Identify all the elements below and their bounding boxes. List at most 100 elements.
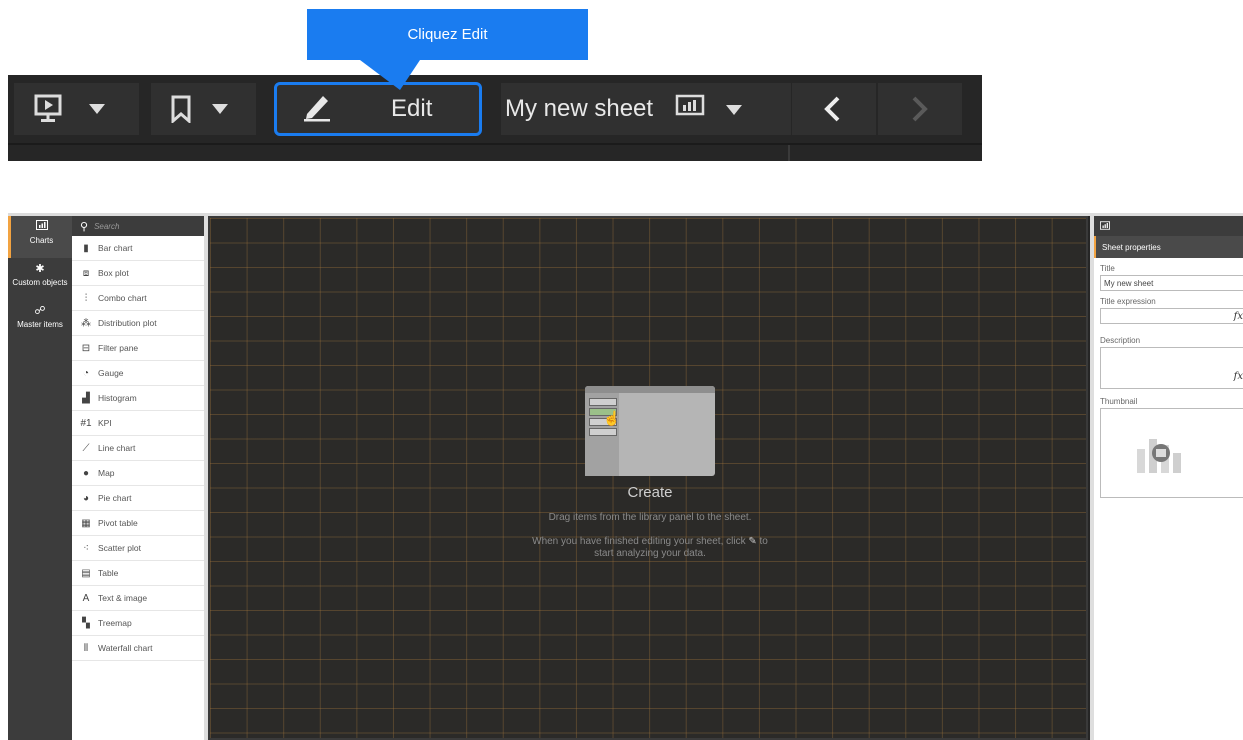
nav-charts[interactable]: Charts (8, 216, 72, 258)
dropdown-icon[interactable] (88, 103, 106, 115)
library-item[interactable]: ▤ Table (72, 561, 204, 586)
library-item[interactable]: ⁖ Scatter plot (72, 536, 204, 561)
nav-custom-objects[interactable]: ✱ Custom objects (8, 258, 72, 300)
library-item[interactable]: ● Map (72, 461, 204, 486)
combo-chart-icon: ⫶ (84, 292, 88, 304)
chevron-right-icon (910, 96, 930, 122)
library-item[interactable]: ⊟ Filter pane (72, 336, 204, 361)
next-sheet-button[interactable] (878, 83, 962, 135)
title-expression-input[interactable]: fx (1100, 308, 1243, 324)
bookmark-button[interactable] (151, 83, 256, 135)
dropdown-icon[interactable] (725, 95, 743, 123)
nav-label: Charts (29, 236, 54, 245)
chart-icon (1100, 220, 1110, 232)
library-item[interactable]: ◕ Pie chart (72, 486, 204, 511)
sheet-properties-title: Sheet properties (1094, 236, 1243, 258)
library-list: ▮ Bar chart ⧈ Box plot ⫶ Combo chart ⁂ Distribu… (72, 236, 204, 661)
edit-button[interactable]: Edit (274, 82, 482, 136)
library-item[interactable]: ⫴ Waterfall chart (72, 636, 204, 661)
fx-button[interactable]: fx (1234, 311, 1243, 322)
library-item-label: Filter pane (98, 343, 139, 353)
title-label: Title (1100, 264, 1115, 273)
library-item[interactable]: ▦ Pivot table (72, 511, 204, 536)
hint-text: start analyzing your data. (594, 548, 706, 559)
thumbnail-label: Thumbnail (1100, 397, 1138, 406)
library-item[interactable]: #1 KPI (72, 411, 204, 436)
histogram-icon: ▟ (82, 392, 90, 404)
nav-master-items[interactable]: ☍ Master items (8, 300, 72, 342)
text-image-icon: A (82, 592, 90, 604)
title-expression-label: Title expression (1100, 297, 1156, 306)
kpi-icon: #1 (80, 417, 92, 429)
thumbnail-picker[interactable] (1100, 408, 1243, 498)
scatter-plot-icon: ⁖ (83, 542, 89, 554)
title-value: My new sheet (1104, 278, 1154, 288)
sheet-canvas[interactable]: ☝ Create Drag items from the library pan… (208, 216, 1088, 740)
fx-button[interactable]: fx (1234, 371, 1243, 382)
library-item-label: Treemap (98, 618, 132, 628)
library-item[interactable]: ⟋ Line chart (72, 436, 204, 461)
sheet-title-dropdown[interactable]: My new sheet (501, 83, 791, 135)
library-item-label: Combo chart (98, 293, 147, 303)
tooltip-callout: Cliquez Edit (307, 9, 588, 60)
library-item[interactable]: ⧈ Box plot (72, 261, 204, 286)
library-item-label: Distribution plot (98, 318, 157, 328)
edit-label: Edit (391, 95, 433, 122)
previous-sheet-button[interactable] (792, 83, 876, 135)
hint-text: When you have finished editing your shee… (532, 536, 746, 547)
properties-panel: Sheet properties Title My new sheet Titl… (1090, 216, 1243, 740)
chevron-left-icon (822, 96, 842, 122)
library-item-label: Table (98, 568, 119, 578)
table-icon: ▤ (81, 567, 91, 579)
callout-arrow (360, 60, 420, 90)
callout-text: Cliquez Edit (407, 26, 488, 43)
library-item[interactable]: ▮ Bar chart (72, 236, 204, 261)
create-illustration: ☝ (585, 386, 715, 476)
create-hint-2: When you have finished editing your shee… (210, 536, 1090, 560)
description-label: Description (1100, 336, 1141, 345)
library-item-label: Gauge (98, 368, 124, 378)
create-title: Create (627, 484, 673, 501)
box-plot-icon: ⧈ (82, 267, 90, 279)
library-item-label: Histogram (98, 393, 137, 403)
treemap-icon: ▚ (82, 617, 90, 629)
present-button[interactable] (14, 83, 139, 135)
library-item[interactable]: ⁂ Distribution plot (72, 311, 204, 336)
library-item[interactable]: ◔ Gauge (72, 361, 204, 386)
library-item-label: Map (98, 468, 115, 478)
library-panel: ⚲ Search ▮ Bar chart ⧈ Box plot ⫶ Combo chart… (72, 216, 204, 740)
library-item-label: Waterfall chart (98, 643, 153, 653)
library-item[interactable]: A Text & image (72, 586, 204, 611)
puzzle-icon: ✱ (35, 263, 45, 275)
search-input[interactable]: ⚲ Search (72, 216, 204, 236)
zoomed-toolbar: Edit My new sheet (8, 75, 982, 161)
library-item-label: KPI (98, 418, 112, 428)
pie-chart-icon: ◕ (82, 492, 90, 504)
hint-text: to (759, 536, 768, 547)
bookmark-icon (171, 95, 191, 123)
pencil-icon (301, 92, 333, 127)
search-icon: ⚲ (80, 220, 89, 233)
sheet-name: My new sheet (505, 95, 654, 122)
library-item[interactable]: ⫶ Combo chart (72, 286, 204, 311)
waterfall-chart-icon: ⫴ (83, 642, 89, 654)
toolbar-divider (788, 145, 790, 161)
title-input[interactable]: My new sheet (1100, 275, 1243, 291)
library-item-label: Pie chart (98, 493, 132, 503)
present-icon (34, 94, 62, 124)
chart-icon (675, 94, 705, 125)
filter-pane-icon: ⊟ (81, 342, 91, 354)
library-item[interactable]: ▚ Treemap (72, 611, 204, 636)
library-item[interactable]: ▟ Histogram (72, 386, 204, 411)
gauge-icon: ◔ (82, 367, 90, 379)
toolbar-bottom-line (8, 143, 982, 145)
link-icon: ☍ (34, 305, 46, 317)
description-input[interactable]: fx (1100, 347, 1243, 389)
library-item-label: Text & image (98, 593, 148, 603)
sheet-editor: Charts ✱ Custom objects ☍ Master items ⚲… (8, 213, 1243, 740)
library-item-label: Box plot (98, 268, 129, 278)
create-hint: Drag items from the library panel to the… (548, 512, 752, 523)
library-item-label: Scatter plot (98, 543, 141, 553)
dropdown-icon[interactable] (211, 103, 229, 115)
properties-header (1094, 216, 1243, 236)
